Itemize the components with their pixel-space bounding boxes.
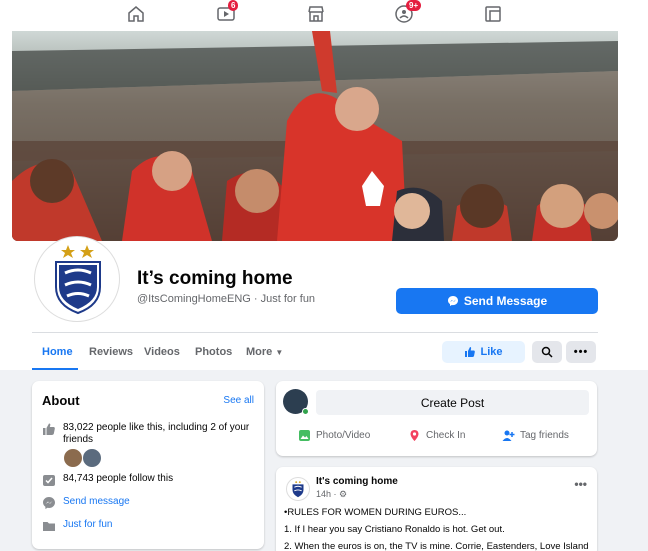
check-in-button[interactable]: Check In [408, 429, 465, 442]
marketplace-icon[interactable] [306, 4, 326, 24]
post-text-line: 2. When the euros is on, the TV is mine.… [284, 541, 589, 551]
groups-icon[interactable]: 9+ [394, 0, 422, 24]
groups-badge: 9+ [406, 0, 422, 11]
post-card: It's coming home 14h · ⚙ ••• •RULES FOR … [276, 467, 597, 551]
friend-avatar[interactable] [63, 448, 83, 468]
tab-videos[interactable]: Videos [144, 346, 180, 358]
post-options-button[interactable]: ••• [574, 477, 587, 491]
see-all-link[interactable]: See all [223, 395, 254, 406]
post-text-line: 1. If I hear you say Cristiano Ronaldo i… [284, 524, 505, 535]
search-icon [541, 346, 553, 358]
send-message-link[interactable]: Send message [63, 496, 130, 510]
more-icon: ••• [573, 346, 589, 358]
tag-friends-label: Tag friends [520, 430, 569, 441]
category-row[interactable]: Just for fun [42, 519, 112, 533]
cover-photo[interactable] [12, 31, 618, 241]
messenger-icon [43, 497, 55, 509]
page-avatar[interactable] [34, 236, 120, 322]
check-in-label: Check In [426, 430, 466, 441]
thumbs-up-icon [43, 423, 55, 435]
watch-badge: 6 [228, 0, 239, 11]
about-card: About See all 83,022 people like this, i… [32, 381, 264, 549]
friend-avatar[interactable] [82, 448, 102, 468]
create-post-button[interactable]: Create Post [316, 390, 589, 415]
thumbs-up-icon [465, 347, 476, 357]
chevron-down-icon: ▼ [275, 348, 284, 357]
post-author-avatar[interactable] [286, 477, 310, 501]
category-link[interactable]: Just for fun [63, 519, 112, 533]
post-text-line: •RULES FOR WOMEN DURING EUROS... [284, 507, 467, 518]
follow-icon [43, 475, 55, 486]
like-label: Like [480, 346, 503, 358]
post-author-name[interactable]: It's coming home [316, 476, 398, 487]
tab-more[interactable]: More ▼ [246, 346, 283, 358]
top-nav: 6 9+ [0, 0, 648, 30]
about-title: About [42, 393, 80, 408]
messenger-icon [447, 296, 458, 306]
header-divider [32, 332, 598, 333]
folder-icon [43, 522, 55, 531]
tab-reviews[interactable]: Reviews [89, 346, 133, 358]
tab-home[interactable]: Home [42, 346, 73, 358]
like-button[interactable]: Like [442, 341, 525, 363]
search-button[interactable] [532, 341, 562, 363]
followers-row: 84,743 people follow this [42, 473, 173, 487]
send-message-button[interactable]: Send Message [396, 288, 598, 314]
watch-icon[interactable]: 6 [216, 0, 239, 24]
photo-video-label: Photo/Video [316, 430, 371, 441]
followers-text: 84,743 people follow this [63, 473, 174, 484]
more-options-button[interactable]: ••• [566, 341, 596, 363]
tab-more-label: More [246, 346, 273, 358]
send-message-row[interactable]: Send message [42, 496, 130, 510]
online-status-dot [302, 408, 309, 415]
post-timestamp[interactable]: 14h · ⚙ [316, 489, 347, 500]
likes-text-friends: friends [63, 434, 94, 445]
tag-friends-icon [502, 430, 515, 441]
photo-icon [299, 430, 310, 441]
location-pin-icon [410, 430, 419, 441]
photo-video-button[interactable]: Photo/Video [298, 429, 370, 442]
likes-row: 83,022 people like this, including 2 of … [42, 422, 249, 446]
gaming-icon[interactable] [483, 4, 503, 24]
tab-photos[interactable]: Photos [195, 346, 232, 358]
create-post-card: Create Post Photo/Video Check In Tag fri… [276, 381, 597, 456]
page-title: It’s coming home [137, 268, 293, 289]
page-handle: @ItsComingHomeENG · Just for fun [137, 293, 316, 305]
active-tab-indicator [32, 368, 78, 370]
page-header: It’s coming home @ItsComingHomeENG · Jus… [0, 30, 648, 370]
likes-text: 83,022 people like this, including 2 of … [63, 422, 250, 433]
send-message-label: Send Message [463, 294, 548, 308]
home-icon[interactable] [126, 4, 146, 24]
tag-friends-button[interactable]: Tag friends [502, 429, 569, 442]
